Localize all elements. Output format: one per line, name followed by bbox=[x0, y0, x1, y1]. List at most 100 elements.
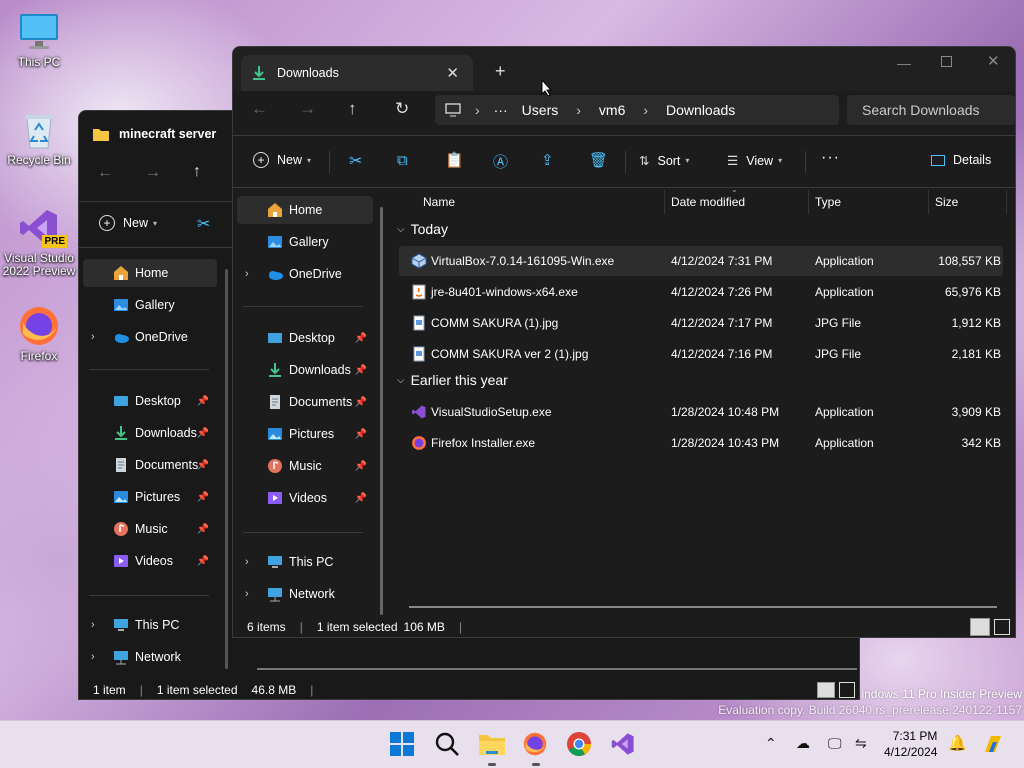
nav-item-music[interactable]: Music 📌 bbox=[79, 515, 219, 543]
display-icon[interactable]: 🖵 bbox=[828, 735, 842, 752]
nav-item-music[interactable]: Music 📌 bbox=[233, 452, 377, 480]
column-header-date[interactable]: Date modified bbox=[671, 195, 745, 209]
nav-item-documents[interactable]: Documents 📌 bbox=[79, 451, 219, 479]
nav-item-pictures[interactable]: Pictures 📌 bbox=[79, 483, 219, 511]
close-tab-icon[interactable]: ✕ bbox=[446, 64, 459, 82]
horizontal-scrollbar[interactable] bbox=[257, 668, 857, 670]
pin-icon[interactable]: 📌 bbox=[197, 556, 209, 567]
chevron-right-icon[interactable]: › bbox=[245, 556, 249, 568]
close-window-button[interactable]: ✕ bbox=[987, 52, 1000, 70]
nav-item-network[interactable]: › Network bbox=[233, 580, 377, 608]
pin-icon[interactable]: 📌 bbox=[197, 396, 209, 407]
onedrive-offline-icon[interactable]: ☁ bbox=[796, 735, 810, 752]
pin-icon[interactable]: 📌 bbox=[355, 397, 367, 408]
file-row[interactable]: VirtualBox-7.0.14-161095-Win.exe 4/12/20… bbox=[399, 246, 1003, 276]
notification-bell-icon[interactable]: 🔔 bbox=[948, 734, 967, 752]
refresh-button[interactable]: ↻ bbox=[395, 99, 409, 119]
pin-icon[interactable]: 📌 bbox=[197, 492, 209, 503]
tab-minecraft-server[interactable]: minecraft server bbox=[87, 119, 237, 149]
nav-item-desktop[interactable]: Desktop 📌 bbox=[233, 324, 377, 352]
column-header-type[interactable]: Type bbox=[815, 195, 841, 209]
chevron-right-icon[interactable]: › bbox=[91, 619, 95, 631]
forward-button[interactable]: → bbox=[145, 164, 161, 182]
desktop-icon-firefox[interactable]: Firefox bbox=[1, 304, 77, 363]
nav-item-documents[interactable]: Documents 📌 bbox=[233, 388, 377, 416]
breadcrumb-users[interactable]: Users bbox=[522, 102, 559, 118]
back-button[interactable]: ← bbox=[97, 164, 113, 182]
delete-icon[interactable]: 🗑 bbox=[589, 151, 608, 169]
file-row[interactable]: VisualStudioSetup.exe 1/28/2024 10:48 PM… bbox=[399, 397, 1003, 427]
tiles-view-toggle[interactable] bbox=[994, 619, 1010, 635]
search-icon[interactable] bbox=[434, 731, 462, 759]
new-button[interactable]: + New ▾ bbox=[99, 215, 157, 231]
pin-icon[interactable]: 📌 bbox=[355, 429, 367, 440]
network-status-icon[interactable]: ⇋ bbox=[855, 735, 867, 752]
nav-item-this-pc[interactable]: › This PC bbox=[233, 548, 377, 576]
nav-item-home[interactable]: Home bbox=[83, 259, 217, 287]
pin-icon[interactable]: 📌 bbox=[355, 461, 367, 472]
rename-icon[interactable]: Ⓐ bbox=[493, 151, 508, 172]
search-input[interactable]: Search Downloads bbox=[847, 95, 1015, 125]
nav-item-downloads[interactable]: Downloads 📌 bbox=[233, 356, 377, 384]
up-button[interactable]: ↑ bbox=[348, 99, 357, 119]
minimize-button[interactable]: — bbox=[897, 55, 911, 71]
nav-item-onedrive[interactable]: › OneDrive bbox=[233, 260, 377, 288]
visual-studio-icon[interactable] bbox=[610, 731, 638, 759]
nav-item-videos[interactable]: Videos 📌 bbox=[233, 484, 377, 512]
firefox-icon[interactable] bbox=[522, 731, 550, 766]
breadcrumb-vm6[interactable]: vm6 bbox=[599, 102, 625, 118]
nav-item-downloads[interactable]: Downloads 📌 bbox=[79, 419, 219, 447]
nav-item-pictures[interactable]: Pictures 📌 bbox=[233, 420, 377, 448]
show-hidden-icons-chevron[interactable]: ⌃ bbox=[765, 735, 777, 752]
nav-item-this-pc[interactable]: › This PC bbox=[79, 611, 219, 639]
desktop-icon-this-pc[interactable]: This PC bbox=[1, 10, 77, 69]
nav-scrollbar[interactable] bbox=[225, 269, 228, 669]
horizontal-scrollbar[interactable] bbox=[409, 606, 997, 608]
group-header-today[interactable]: ⌵ Today bbox=[397, 221, 448, 237]
cut-icon[interactable]: ✂ bbox=[197, 214, 210, 234]
copilot-icon[interactable] bbox=[981, 732, 1005, 756]
pin-icon[interactable]: 📌 bbox=[355, 493, 367, 504]
start-icon[interactable] bbox=[389, 731, 417, 759]
group-header-earlier-this-year[interactable]: ⌵ Earlier this year bbox=[397, 372, 508, 388]
nav-item-gallery[interactable]: Gallery bbox=[233, 228, 377, 256]
pin-icon[interactable]: 📌 bbox=[197, 460, 209, 471]
up-button[interactable]: ↑ bbox=[193, 163, 201, 181]
nav-item-network[interactable]: › Network bbox=[79, 643, 219, 671]
back-button[interactable]: ← bbox=[251, 99, 268, 119]
nav-item-videos[interactable]: Videos 📌 bbox=[79, 547, 219, 575]
file-row[interactable]: COMM SAKURA (1).jpg 4/12/2024 7:17 PM JP… bbox=[399, 308, 1003, 338]
forward-button[interactable]: → bbox=[299, 99, 316, 119]
nav-item-gallery[interactable]: Gallery bbox=[79, 291, 219, 319]
column-header-size[interactable]: Size bbox=[935, 195, 958, 209]
desktop-icon-visual-studio[interactable]: PRE Visual Studio 2022 Preview bbox=[1, 206, 77, 278]
nav-item-onedrive[interactable]: › OneDrive bbox=[79, 323, 219, 351]
explorer-window-downloads[interactable]: Downloads ✕ + — ✕ ← → ↑ ↻ › ··· Users › … bbox=[232, 46, 1016, 638]
chevron-right-icon[interactable]: › bbox=[91, 651, 95, 663]
nav-item-home[interactable]: Home bbox=[237, 196, 373, 224]
sort-button[interactable]: ⇅ Sort ▾ bbox=[639, 153, 689, 169]
pin-icon[interactable]: 📌 bbox=[197, 428, 209, 439]
chevron-right-icon[interactable]: › bbox=[245, 588, 249, 600]
breadcrumb-downloads[interactable]: Downloads bbox=[666, 102, 735, 118]
new-button[interactable]: + New ▾ bbox=[253, 152, 311, 168]
address-bar[interactable]: › ··· Users › vm6 › Downloads bbox=[435, 95, 839, 125]
view-button[interactable]: ☰ View ▾ bbox=[727, 153, 782, 169]
clock[interactable]: 7:31 PM 4/12/2024 bbox=[884, 728, 937, 760]
maximize-button[interactable] bbox=[941, 56, 952, 67]
details-view-toggle[interactable] bbox=[970, 618, 990, 636]
share-icon[interactable]: ⇪ bbox=[541, 151, 554, 169]
copy-icon[interactable]: ⧉ bbox=[397, 152, 408, 169]
nav-item-desktop[interactable]: Desktop 📌 bbox=[79, 387, 219, 415]
more-options-icon[interactable]: ··· bbox=[821, 149, 840, 167]
more-breadcrumbs-icon[interactable]: ··· bbox=[494, 102, 508, 118]
details-pane-button[interactable]: Details bbox=[931, 153, 991, 167]
new-tab-button[interactable]: + bbox=[495, 61, 506, 82]
chrome-icon[interactable] bbox=[566, 731, 594, 759]
column-header-name[interactable]: Name bbox=[423, 195, 455, 209]
tab-downloads[interactable]: Downloads ✕ bbox=[241, 55, 473, 91]
file-row[interactable]: Firefox Installer.exe 1/28/2024 10:43 PM… bbox=[399, 428, 1003, 458]
chevron-right-icon[interactable]: › bbox=[91, 331, 95, 343]
file-row[interactable]: COMM SAKURA ver 2 (1).jpg 4/12/2024 7:16… bbox=[399, 339, 1003, 369]
nav-scrollbar[interactable] bbox=[380, 207, 383, 615]
